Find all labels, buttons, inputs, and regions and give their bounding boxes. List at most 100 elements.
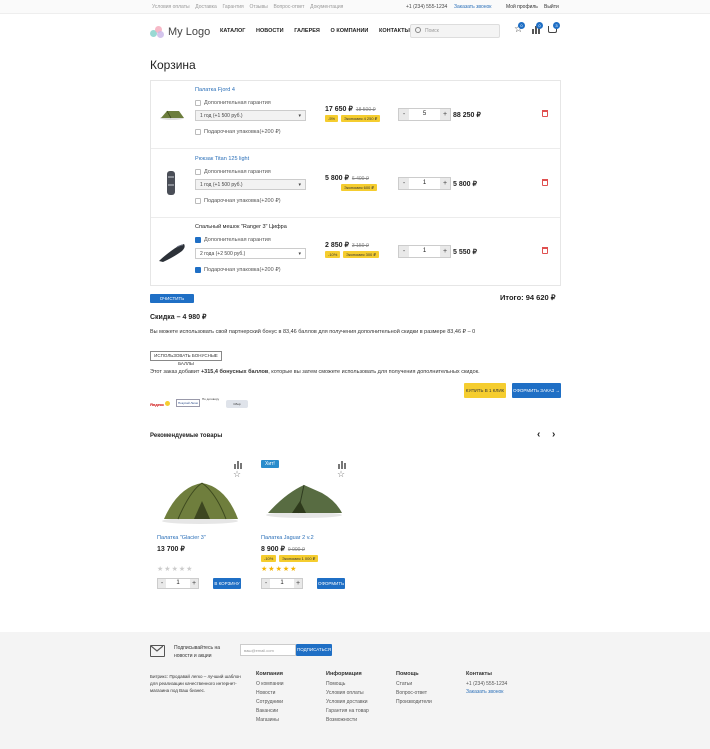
footer-link[interactable]: Магазины <box>256 716 284 725</box>
checkout-button[interactable]: ОФОРМИТЬ ЗАКАЗ → <box>512 383 561 398</box>
compare-icon[interactable] <box>234 461 242 469</box>
next-arrow-icon[interactable]: › <box>552 429 555 440</box>
top-link-reviews[interactable]: Отзывы <box>249 4 267 10</box>
footer-link[interactable]: Вакансии <box>256 707 284 716</box>
delete-icon[interactable] <box>542 110 548 117</box>
subscribe-placeholder: ваш@email.com <box>244 648 274 653</box>
nav-gallery[interactable]: ГАЛЕРЕЯ <box>294 28 320 34</box>
nav-news[interactable]: НОВОСТИ <box>256 28 284 34</box>
footer-link[interactable]: Помощь <box>326 680 369 689</box>
qty-value[interactable]: 5 <box>409 109 440 120</box>
top-link-warranty[interactable]: Гарантия <box>222 4 243 10</box>
logo-icon[interactable] <box>150 26 164 40</box>
footer-link[interactable]: Сотрудники <box>256 698 284 707</box>
nav-catalog[interactable]: КАТАЛОГ <box>220 28 245 34</box>
product-name-link[interactable]: Палатка "Glacier 3" <box>157 535 206 541</box>
star-icon: ★ <box>186 566 193 573</box>
qty-plus-button[interactable]: + <box>440 178 450 189</box>
qty-minus-button[interactable]: - <box>399 246 409 257</box>
footer-link[interactable]: Вопрос-ответ <box>396 689 432 698</box>
top-link-delivery[interactable]: Доставка <box>195 4 216 10</box>
qty-plus-button[interactable]: + <box>440 246 450 257</box>
row-total: 5 800 ₽ <box>453 181 477 188</box>
warranty-select-value: 2 года (+2 500 руб.) <box>200 251 246 257</box>
product-card: ☆ Палатка "Glacier 3" 13 700 ₽ ★★★★★ - 1… <box>150 455 246 595</box>
one-click-button[interactable]: КУПИТЬ В 1 КЛИК <box>464 383 506 398</box>
nav-contacts[interactable]: КОНТАКТЫ <box>379 28 410 34</box>
footer-link[interactable]: Статьи <box>396 680 432 689</box>
footer-link[interactable]: Новости <box>256 689 284 698</box>
qty-plus-button[interactable]: + <box>440 109 450 120</box>
checkout-product-button[interactable]: ОФОРМИТЬ <box>317 578 345 589</box>
footer-callback-link[interactable]: Заказать звонок <box>466 688 507 696</box>
rating-stars: ★★★★★ <box>261 565 297 573</box>
logout-link[interactable]: Выйти <box>544 4 559 10</box>
qty-value[interactable]: 1 <box>409 178 440 189</box>
qty-value[interactable]: 1 <box>270 579 294 588</box>
price-value: 5 800 ₽ <box>325 175 349 182</box>
gift-checkbox[interactable] <box>195 129 201 135</box>
product-name-link[interactable]: Рюкзак Titan 125 light <box>195 156 249 162</box>
unit-price: 17 650 ₽18 500 ₽ <box>325 105 376 113</box>
subscribe-button[interactable]: ПОДПИСАТЬСЯ <box>296 644 332 656</box>
footer-link[interactable]: Производители <box>396 698 432 707</box>
warranty-select[interactable]: 2 года (+2 500 руб.) ▾ <box>195 248 306 259</box>
gift-checkbox[interactable] <box>195 198 201 204</box>
warranty-checkbox[interactable] <box>195 237 201 243</box>
delete-icon[interactable] <box>542 179 548 186</box>
qty-value[interactable]: 1 <box>166 579 190 588</box>
clear-cart-button[interactable]: ОЧИСТИТЬ КОРЗИНУ <box>150 294 194 310</box>
qty-plus-button[interactable]: + <box>294 579 302 588</box>
sleeping-bag-image[interactable] <box>157 241 187 263</box>
warranty-select[interactable]: 1 год (+1 500 руб.) ▾ <box>195 110 306 121</box>
tent-image[interactable] <box>159 109 185 120</box>
use-bonus-button[interactable]: ИСПОЛЬЗОВАТЬ БОНУСНЫЕ БАЛЛЫ <box>150 351 222 366</box>
gift-checkbox[interactable] <box>195 267 201 273</box>
product-name-link[interactable]: Палатка Jaguar 2 v.2 <box>261 535 314 541</box>
warranty-checkbox[interactable] <box>195 100 201 106</box>
search-input[interactable]: Поиск <box>410 24 500 38</box>
qty-value[interactable]: 1 <box>409 246 440 257</box>
discount-badge: -10% <box>325 251 341 258</box>
qty-minus-button[interactable]: - <box>158 579 166 588</box>
warranty-checkbox[interactable] <box>195 169 201 175</box>
add-to-cart-button[interactable]: В КОРЗИНУ <box>213 578 241 589</box>
product-name-link[interactable]: Спальный мешок "Ranger 3" Цифра <box>195 224 287 230</box>
qty-plus-button[interactable]: + <box>190 579 198 588</box>
footer-link[interactable]: Гарантия на товар <box>326 707 369 716</box>
saving-badge: Экономия 4 250 ₽ <box>341 115 381 122</box>
top-link-faq[interactable]: Вопрос-ответ <box>273 4 304 10</box>
quantity-stepper: - 1 + <box>261 578 303 589</box>
warranty-select[interactable]: 1 год (+1 500 руб.) ▾ <box>195 179 306 190</box>
qty-minus-button[interactable]: - <box>399 178 409 189</box>
footer-link[interactable]: О компании <box>256 680 284 689</box>
unit-price: 5 800 ₽6 400 ₽ <box>325 174 369 182</box>
chevron-down-icon: ▾ <box>298 251 301 257</box>
qty-minus-button[interactable]: - <box>399 109 409 120</box>
contract-logo: По договору <box>202 397 220 401</box>
product-name-link[interactable]: Палатка Fjord 4 <box>195 87 235 93</box>
mail-icon <box>150 645 165 657</box>
footer-link[interactable]: Условия оплаты <box>326 689 369 698</box>
top-link-docs[interactable]: Документация <box>310 4 343 10</box>
top-link-payment[interactable]: Условия оплаты <box>152 4 190 10</box>
prev-arrow-icon[interactable]: ‹ <box>537 429 540 440</box>
tent-image[interactable] <box>158 475 242 525</box>
callback-link[interactable]: Заказать звонок <box>454 4 491 10</box>
tent-image[interactable] <box>262 479 346 519</box>
search-icon[interactable] <box>415 27 421 33</box>
footer-link[interactable]: Возможности <box>326 716 369 725</box>
qty-minus-button[interactable]: - <box>262 579 270 588</box>
logo-text[interactable]: My Logo <box>168 26 210 38</box>
warranty-select-value: 1 год (+1 500 руб.) <box>200 182 243 188</box>
backpack-image[interactable] <box>165 170 177 196</box>
delete-icon[interactable] <box>542 247 548 254</box>
quantity-stepper: - 1 + <box>398 245 451 258</box>
footer-link[interactable]: Условия доставки <box>326 698 369 707</box>
chevron-down-icon: ▾ <box>298 182 301 188</box>
subscribe-email-input[interactable]: ваш@email.com <box>240 644 296 656</box>
compare-icon[interactable] <box>338 461 346 469</box>
bonus-info-text: Вы можете использовать свой партнерский … <box>150 329 476 335</box>
profile-link[interactable]: Мой профиль <box>506 4 538 10</box>
nav-about[interactable]: О КОМПАНИИ <box>331 28 369 34</box>
